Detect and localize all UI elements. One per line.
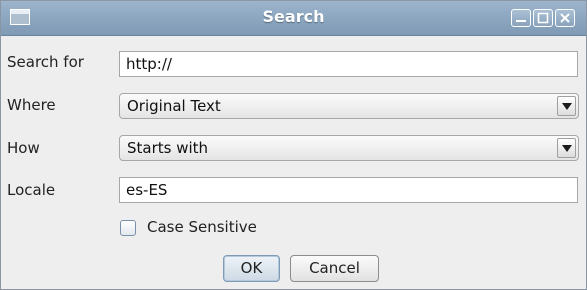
close-icon — [560, 13, 570, 23]
case-sensitive-checkbox[interactable] — [120, 220, 136, 236]
maximize-button[interactable] — [533, 9, 553, 27]
search-for-input[interactable] — [119, 51, 578, 77]
search-for-label: Search for — [7, 53, 84, 71]
how-label: How — [7, 139, 40, 157]
where-selected-value: Original Text — [127, 97, 221, 115]
how-dropdown-arrow[interactable] — [557, 138, 576, 158]
minimize-button[interactable] — [511, 9, 531, 27]
where-dropdown-arrow[interactable] — [557, 96, 576, 116]
how-dropdown[interactable]: Starts with — [119, 135, 579, 161]
where-label: Where — [7, 96, 56, 114]
where-dropdown[interactable]: Original Text — [119, 93, 579, 119]
ok-button[interactable]: OK — [223, 255, 280, 282]
chevron-down-icon — [562, 103, 572, 110]
chevron-down-icon — [562, 145, 572, 152]
maximize-icon — [537, 12, 549, 24]
cancel-button[interactable]: Cancel — [290, 255, 379, 282]
close-button[interactable] — [555, 9, 575, 27]
window-title: Search — [262, 7, 325, 26]
locale-input[interactable] — [119, 177, 578, 203]
how-selected-value: Starts with — [127, 139, 209, 157]
locale-label: Locale — [7, 181, 56, 199]
minimize-icon — [516, 20, 526, 22]
search-dialog: Search Search for Where Original Text Ho… — [0, 0, 587, 290]
title-bar[interactable]: Search — [1, 1, 586, 36]
case-sensitive-label[interactable]: Case Sensitive — [147, 218, 257, 236]
